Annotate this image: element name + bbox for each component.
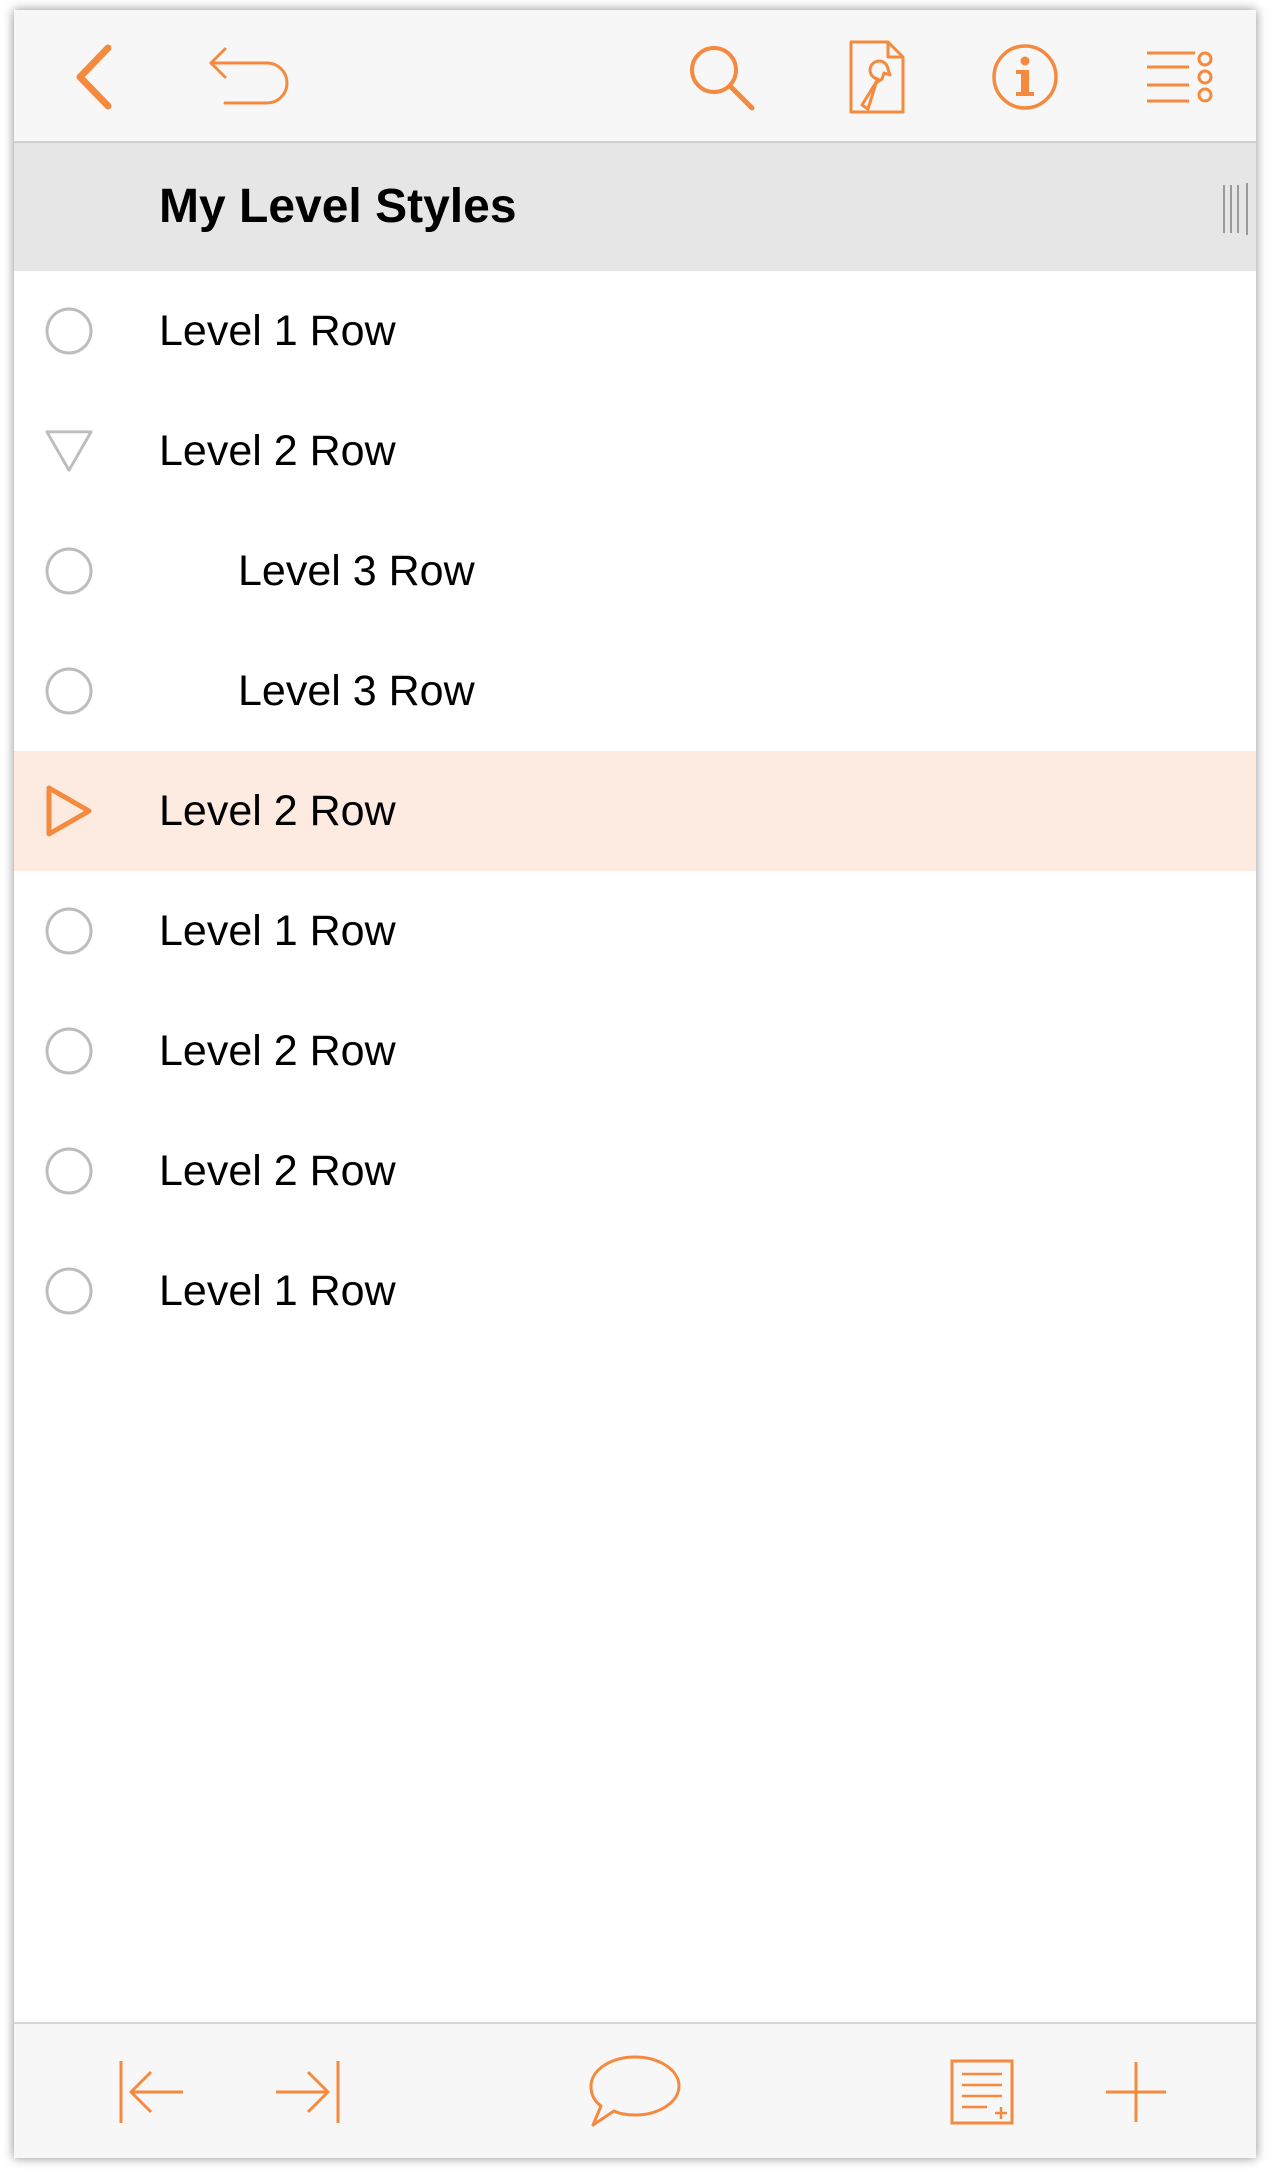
info-icon[interactable] [980,32,1070,122]
comment-icon[interactable] [587,2044,683,2140]
outdent-icon[interactable] [104,2044,200,2140]
row-text[interactable]: Level 2 Row [159,991,396,1111]
row-text[interactable]: Level 3 Row [238,511,475,631]
undo-icon[interactable] [204,32,294,122]
row-text[interactable]: Level 2 Row [159,391,396,511]
back-chevron-icon[interactable] [49,32,139,122]
search-icon[interactable] [676,32,766,122]
row-handle-circle-icon[interactable] [44,666,94,716]
outline-row[interactable]: Level 2 Row [14,391,1256,511]
row-handle-circle-icon[interactable] [44,1266,94,1316]
row-text[interactable]: Level 1 Row [159,871,396,991]
row-handle-circle-icon[interactable] [44,906,94,956]
outline-row[interactable]: Level 1 Row [14,271,1256,391]
outline-row[interactable]: Level 2 Row [14,751,1256,871]
row-text[interactable]: Level 2 Row [159,751,396,871]
top-toolbar [14,10,1256,143]
column-resize-handle-icon[interactable] [1216,183,1250,235]
outline-row[interactable]: Level 3 Row [14,631,1256,751]
row-text[interactable]: Level 1 Row [159,271,396,391]
outline-row[interactable]: Level 1 Row [14,871,1256,991]
collapsed-triangle-icon[interactable] [44,785,94,837]
row-handle-circle-icon[interactable] [44,1026,94,1076]
add-note-icon[interactable] [934,2044,1030,2140]
document-settings-icon[interactable] [832,32,922,122]
expanded-triangle-icon[interactable] [44,426,94,476]
row-handle-circle-icon[interactable] [44,546,94,596]
outline-header: My Level Styles [14,143,1256,271]
app-window: My Level Styles Level 1 Row Level 2 Row Le… [14,10,1256,2158]
row-text[interactable]: Level 1 Row [159,1231,396,1351]
add-row-icon[interactable] [1088,2044,1184,2140]
outline-row[interactable]: Level 2 Row [14,1111,1256,1231]
row-handle-circle-icon[interactable] [44,306,94,356]
outline-title[interactable]: My Level Styles [159,143,517,271]
outline-row[interactable]: Level 1 Row [14,1231,1256,1351]
outline-menu-icon[interactable] [1135,32,1225,122]
row-handle-circle-icon[interactable] [44,1146,94,1196]
row-text[interactable]: Level 2 Row [159,1111,396,1231]
outline-row[interactable]: Level 3 Row [14,511,1256,631]
outline-row[interactable]: Level 2 Row [14,991,1256,1111]
indent-icon[interactable] [259,2044,355,2140]
bottom-toolbar [14,2022,1256,2158]
row-text[interactable]: Level 3 Row [238,631,475,751]
